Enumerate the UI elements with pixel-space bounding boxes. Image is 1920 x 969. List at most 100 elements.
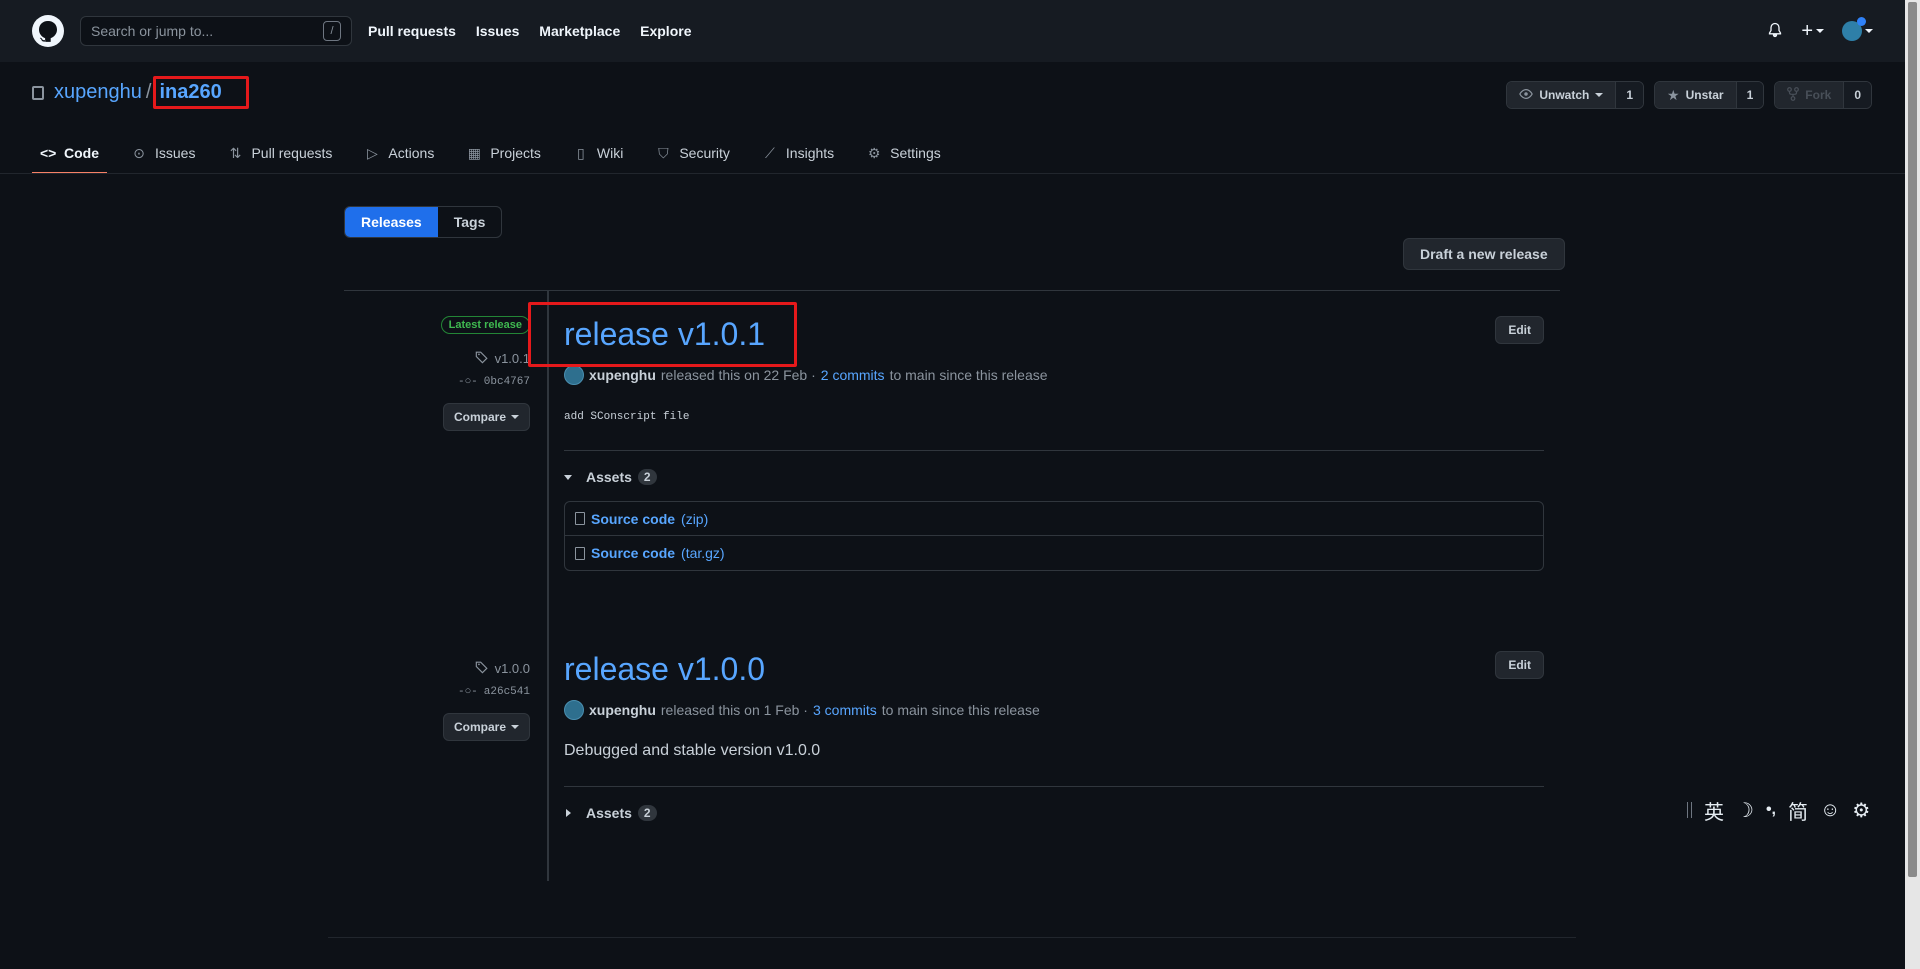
release-commit-link[interactable]: -○- a26c541 [458,686,530,698]
assets-toggle[interactable]: Assets 2 [564,469,1544,485]
triangle-right-icon [566,809,571,817]
tab-pull-requests[interactable]: ⇅ Pull requests [219,132,340,174]
since-text: to main since this release [881,702,1040,718]
edit-release-button[interactable]: Edit [1495,316,1544,344]
latest-release-badge: Latest release [440,316,530,334]
assets-toggle[interactable]: Assets 2 [564,805,1544,821]
tab-label: Wiki [596,145,624,161]
nav-issues[interactable]: Issues [476,23,520,39]
release-divider [564,786,1544,787]
release-sidebar: Latest release v1.0.1 -○- 0bc4767 Compar… [440,316,530,431]
code-icon: <> [40,145,57,161]
tab-settings[interactable]: ⚙ Settings [858,132,949,174]
fork-icon [1787,86,1800,104]
release-timeline-line [547,291,549,881]
tab-wiki[interactable]: ▯ Wiki [565,132,631,174]
repo-separator: / [145,81,152,103]
tab-label: Actions [388,145,435,161]
release-meta: xupenghu released this on 22 Feb · 2 com… [564,365,1544,385]
release-commit-link[interactable]: -○- 0bc4767 [458,376,530,388]
commit-icon: -○- [457,376,478,388]
assets-label: Assets [586,805,632,821]
nav-marketplace[interactable]: Marketplace [539,23,620,39]
assets-list: Source code (zip) Source code (tar.gz) [564,501,1544,571]
compare-button[interactable]: Compare [442,713,530,741]
compare-button[interactable]: Compare [442,403,530,431]
moon-icon[interactable]: ☽ [1736,798,1754,823]
tab-label: Code [64,145,99,161]
gear-icon: ⚙ [867,144,881,161]
release-title[interactable]: release v1.0.1 [564,316,765,352]
commits-link[interactable]: 3 commits [813,702,877,718]
asset-source-targz[interactable]: Source code (tar.gz) [565,536,1543,570]
asset-name: Source code [591,545,676,561]
global-header: Search or jump to... / Pull requests Iss… [0,0,1905,62]
unstar-button[interactable]: ★ Unstar [1655,82,1737,108]
unwatch-button[interactable]: Unwatch [1507,82,1617,108]
tab-label: Issues [155,145,196,161]
ime-script-toggle[interactable]: 简 [1788,796,1808,825]
unstar-label: Unstar [1685,88,1724,102]
tag-icon [475,660,489,677]
gear-icon[interactable]: ⚙ [1852,798,1870,823]
tab-security[interactable]: ⛉ Security [647,132,738,174]
tab-insights[interactable]: ⟋ Insights [754,132,842,174]
repo-owner-link[interactable]: xupenghu [54,81,142,104]
nav-explore[interactable]: Explore [640,23,691,39]
pull-request-icon: ⇅ [229,144,242,161]
repo-name-link[interactable]: ina260 [155,80,225,105]
release-commit: 0bc4767 [483,376,530,388]
asset-source-zip[interactable]: Source code (zip) [565,502,1543,536]
repo-tabs: <> Code ⊙ Issues ⇅ Pull requests ▷ Actio… [32,132,949,174]
tab-actions[interactable]: ▷ Actions [356,132,442,174]
release-title[interactable]: release v1.0.0 [564,651,765,687]
chevron-down-icon [1595,93,1604,97]
subnav-releases[interactable]: Releases [345,207,438,237]
release-author[interactable]: xupenghu [589,367,656,383]
bell-icon[interactable] [1767,22,1783,41]
draft-new-release-button[interactable]: Draft a new release [1403,238,1565,270]
user-menu[interactable] [1842,17,1873,41]
edit-release-button[interactable]: Edit [1495,651,1544,679]
assets-label: Assets [586,469,632,485]
release-card: release v1.0.1 Edit xupenghu released th… [564,316,1544,571]
releases-divider [344,290,1560,291]
release-tag-link[interactable]: v1.0.1 [475,350,530,367]
release-tag: v1.0.1 [494,351,530,366]
release-tag-link[interactable]: v1.0.0 [475,660,530,677]
release-author[interactable]: xupenghu [589,702,656,718]
book-icon: ▯ [577,144,585,161]
emoji-icon[interactable]: ☺ [1820,799,1840,822]
github-logo-icon[interactable] [32,15,64,47]
subnav-tags[interactable]: Tags [438,207,502,237]
chevron-down-icon [1816,29,1824,33]
compare-label: Compare [453,720,506,734]
fork-label: Fork [1805,88,1832,102]
avatar[interactable] [564,365,584,385]
ime-language-toggle[interactable]: 英 [1704,796,1724,825]
watch-count[interactable]: 1 [1616,82,1644,108]
star-count[interactable]: 1 [1736,82,1764,108]
triangle-down-icon [564,474,572,480]
repo-icon [32,85,44,100]
search-input[interactable]: Search or jump to... / [80,16,352,46]
chevron-down-icon [1865,29,1873,33]
fork-count[interactable]: 0 [1844,82,1871,108]
tab-code[interactable]: <> Code [32,132,107,174]
tab-projects[interactable]: ▦ Projects [458,132,549,174]
release-notes: add SConscript file [564,411,690,423]
avatar[interactable] [564,700,584,720]
asset-name: Source code [591,510,676,527]
chevron-down-icon [511,415,519,419]
search-placeholder: Search or jump to... [91,23,214,39]
nav-pull-requests[interactable]: Pull requests [368,23,456,39]
page-scrollbar[interactable] [1905,0,1920,969]
tab-issues[interactable]: ⊙ Issues [123,132,203,174]
scrollbar-thumb[interactable] [1908,2,1917,877]
commits-link[interactable]: 2 commits [821,367,885,383]
ime-punctuation-toggle[interactable]: •, [1766,801,1776,819]
since-text: to main since this release [889,367,1048,383]
create-new-dropdown[interactable]: + [1801,21,1824,41]
drag-handle[interactable] [1687,802,1692,818]
fork-button[interactable]: Fork [1775,82,1845,108]
